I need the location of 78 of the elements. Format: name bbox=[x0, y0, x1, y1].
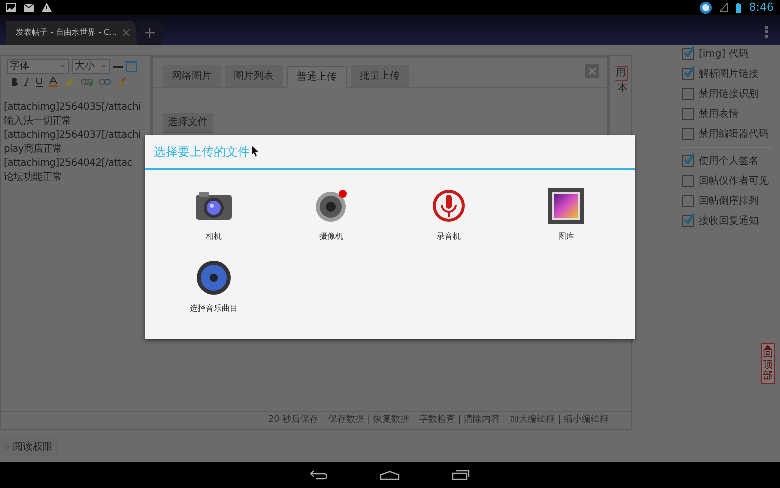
clock-time: 8:46 bbox=[749, 2, 774, 13]
text-line: play商店正常 bbox=[4, 143, 63, 157]
option-label: 接收回复通知 bbox=[699, 214, 759, 228]
upload-tab[interactable]: 网络图片 bbox=[163, 65, 221, 87]
checkbox[interactable] bbox=[682, 195, 694, 207]
checkbox[interactable] bbox=[682, 48, 694, 60]
dialog-title: 选择要上传的文件 bbox=[154, 144, 250, 160]
close-icon bbox=[588, 68, 596, 74]
link-icon[interactable] bbox=[81, 78, 93, 86]
checkbox[interactable] bbox=[682, 155, 694, 167]
recent-apps-icon[interactable] bbox=[452, 470, 470, 480]
checkbox[interactable] bbox=[682, 175, 694, 187]
text-line: [attachimg]2564035[/attachi bbox=[4, 101, 142, 115]
choose-file-button[interactable]: 选择文件 bbox=[163, 113, 213, 133]
home-icon[interactable] bbox=[380, 470, 400, 480]
upload-tab[interactable]: 图片列表 bbox=[225, 65, 283, 87]
checkbox[interactable] bbox=[682, 215, 694, 227]
mode-tab[interactable]: 本 bbox=[618, 82, 628, 95]
mouse-cursor-icon bbox=[252, 146, 259, 157]
speaker-icon bbox=[196, 260, 232, 296]
close-icon[interactable] bbox=[123, 29, 130, 37]
back-icon[interactable] bbox=[310, 470, 328, 480]
option-label: [img] 代码 bbox=[699, 48, 749, 62]
menu-icon[interactable] bbox=[765, 26, 768, 38]
app-option[interactable]: 图库 bbox=[508, 187, 625, 243]
font-select[interactable]: 字体 bbox=[7, 59, 69, 74]
triangle-icon bbox=[765, 345, 771, 349]
mode-tab[interactable]: 用 bbox=[615, 66, 628, 81]
footer-link[interactable]: 字数检查 | 清除内容 bbox=[419, 414, 500, 428]
option-label: 使用个人签名 bbox=[699, 154, 759, 168]
app-option[interactable]: 摄像机 bbox=[272, 187, 390, 243]
footer-link[interactable]: 20 秒后保存 bbox=[268, 414, 319, 428]
underline-icon[interactable] bbox=[36, 78, 43, 86]
image-icon bbox=[6, 3, 16, 12]
plus-icon bbox=[145, 28, 155, 38]
checkbox[interactable] bbox=[682, 88, 694, 100]
new-tab-button[interactable] bbox=[138, 21, 162, 45]
option-label: 解析图片链接 bbox=[699, 68, 759, 82]
text-line: 输入法一切正常 bbox=[4, 115, 72, 129]
option-label: 回帖仅作者可见 bbox=[699, 174, 769, 188]
text-line: [attachimg]2564037[/attachi bbox=[4, 129, 142, 143]
italic-icon[interactable] bbox=[24, 78, 30, 86]
camera-icon bbox=[194, 190, 233, 222]
gallery-icon bbox=[548, 188, 584, 224]
checkbox[interactable] bbox=[682, 108, 694, 120]
footer-link[interactable]: 加大编辑框 | 缩小编辑框 bbox=[510, 414, 609, 428]
warning-icon bbox=[42, 3, 52, 12]
bold-icon[interactable] bbox=[11, 78, 18, 86]
text-line: [attachimg]2564042[/attac bbox=[4, 157, 133, 171]
close-button[interactable] bbox=[585, 64, 599, 78]
checkbox[interactable] bbox=[682, 128, 694, 140]
broom-icon[interactable] bbox=[117, 77, 127, 87]
app-option[interactable]: 录音机 bbox=[390, 187, 508, 243]
size-select[interactable]: 大小 bbox=[72, 59, 110, 74]
battery-icon bbox=[736, 2, 742, 12]
mail-icon bbox=[24, 4, 34, 12]
upload-tab[interactable]: 普通上传 bbox=[287, 66, 347, 88]
app-option[interactable]: 相机 bbox=[155, 187, 272, 243]
tab-title: 发表帖子 - 自由水世界 - C... bbox=[16, 27, 118, 39]
text-line: 论坛功能正常 bbox=[4, 171, 62, 185]
upload-tab[interactable]: 批量上传 bbox=[351, 65, 409, 87]
footer-link[interactable]: 保存数据 | 恢复数据 bbox=[328, 414, 410, 428]
option-label: 禁用表情 bbox=[699, 108, 739, 122]
window-icon[interactable] bbox=[126, 61, 137, 72]
browser-tab[interactable]: 发表帖子 - 自由水世界 - C... bbox=[6, 21, 136, 45]
font-color-icon[interactable] bbox=[49, 77, 58, 87]
highlighter-icon[interactable] bbox=[64, 77, 75, 87]
option-label: 禁用链接识别 bbox=[699, 88, 759, 102]
microphone-icon bbox=[430, 188, 467, 224]
camcorder-icon bbox=[313, 188, 350, 224]
back-to-top-button[interactable]: 回顶部 bbox=[761, 343, 775, 384]
unlink-icon[interactable] bbox=[99, 78, 111, 86]
signal-icon bbox=[720, 3, 728, 12]
option-label: 禁用编辑器代码 bbox=[699, 128, 769, 142]
option-label: 回帖倒序排列 bbox=[699, 194, 759, 208]
app-badge-icon bbox=[700, 2, 712, 14]
checkbox[interactable] bbox=[682, 68, 694, 80]
app-option[interactable]: 选择音乐曲目 bbox=[155, 259, 272, 315]
